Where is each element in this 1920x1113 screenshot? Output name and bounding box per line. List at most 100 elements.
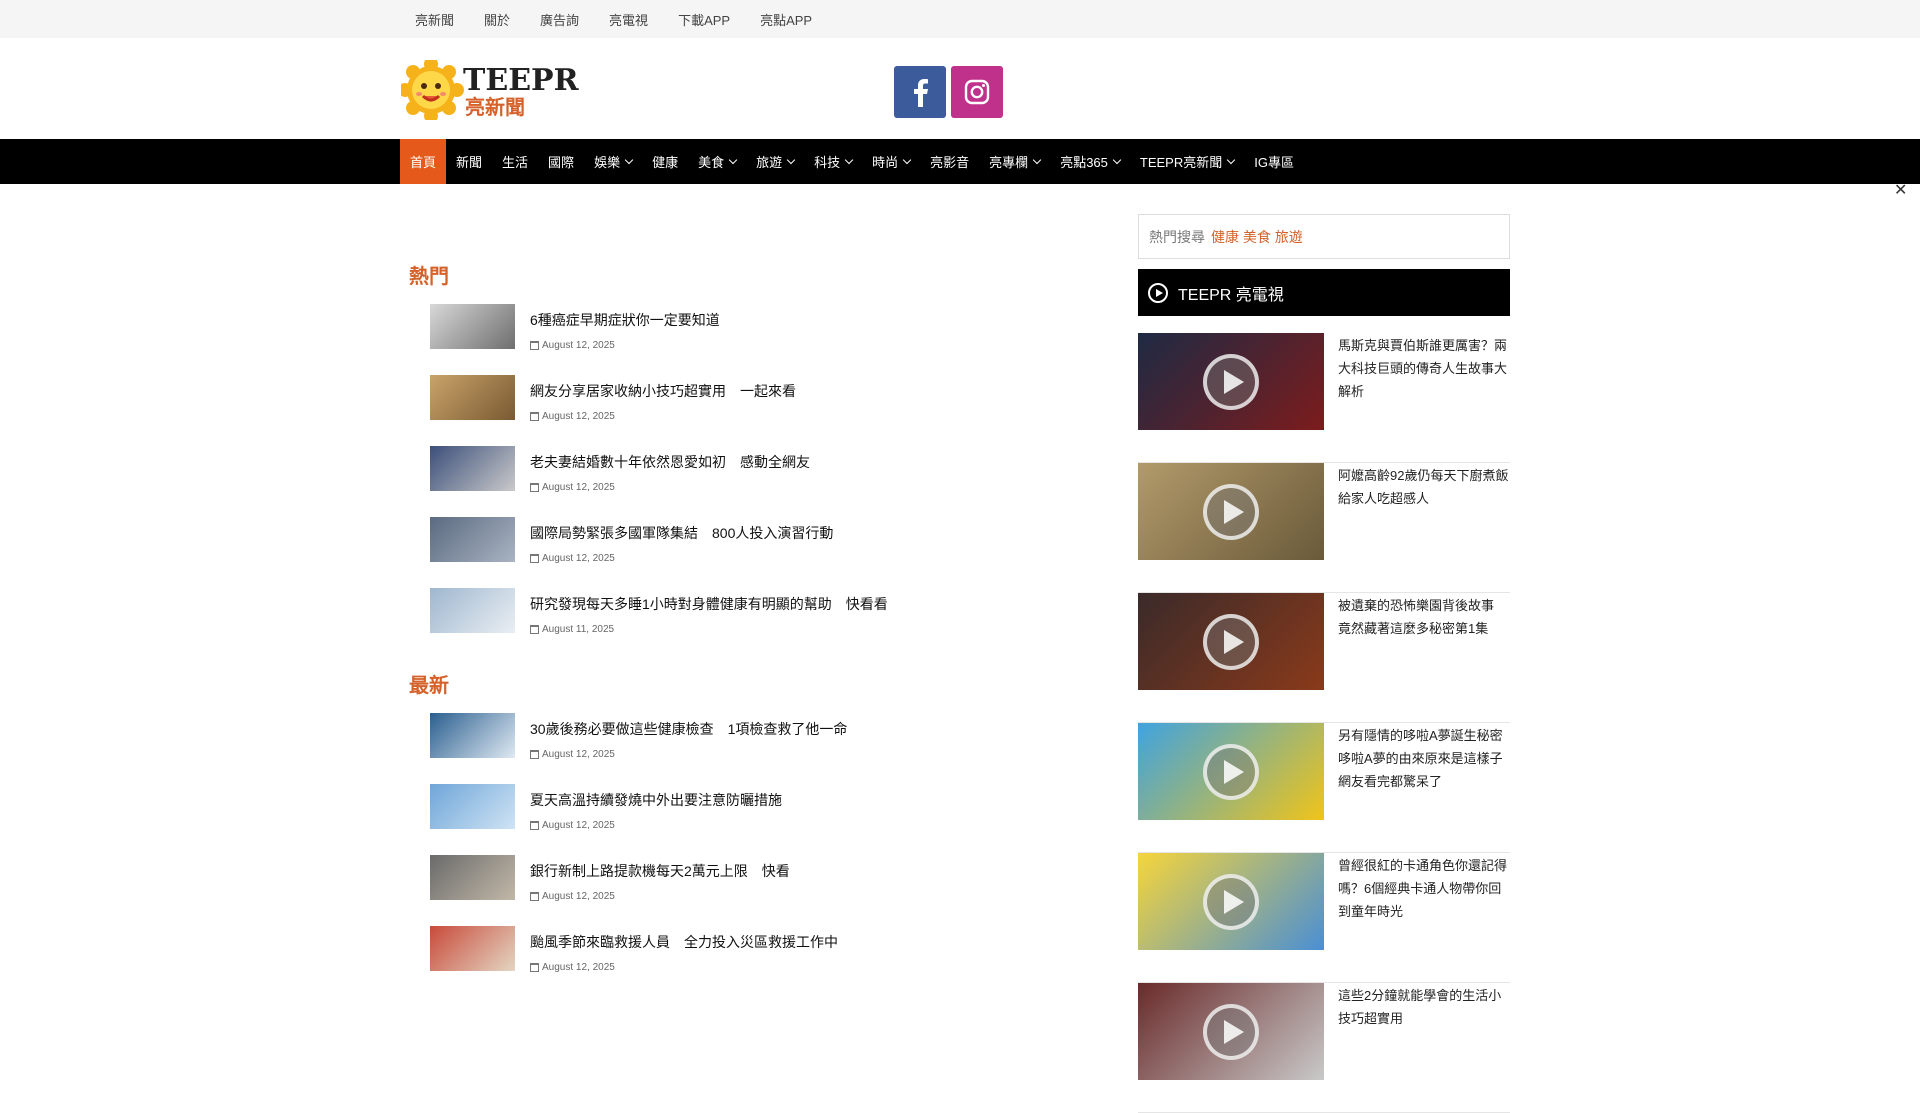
video-thumbnail[interactable] xyxy=(1138,853,1324,950)
article-date: August 12, 2025 xyxy=(530,553,615,564)
article-item[interactable]: 老夫妻結婚數十年依然恩愛如初 感動全網友 August 12, 2025 xyxy=(430,446,1089,517)
nav-item[interactable]: TEEPR亮新聞 xyxy=(1130,139,1244,184)
nav-item[interactable]: 生活 xyxy=(492,139,538,184)
article-thumbnail[interactable] xyxy=(430,517,515,562)
topbar-link[interactable]: 亮新聞 xyxy=(415,10,454,29)
video-thumbnail[interactable] xyxy=(1138,983,1324,1080)
top-utility-bar: 亮新聞 關於 廣告詢 亮電視 下載APP 亮點APP xyxy=(0,0,1920,38)
article-thumbnail[interactable] xyxy=(430,855,515,900)
section-title: 熱門 xyxy=(409,266,449,288)
close-icon[interactable]: ✕ xyxy=(1894,180,1907,200)
article-title[interactable]: 颱風季節來臨救援人員 全力投入災區救援工作中 xyxy=(530,932,838,952)
article-item[interactable]: 網友分享居家收納小技巧超實用 一起來看 August 12, 2025 xyxy=(430,375,1089,446)
video-title[interactable]: 被遺棄的恐怖樂園背後故事 竟然藏著這麼多秘密第1集 xyxy=(1338,594,1510,640)
nav-item-label: 健康 xyxy=(652,155,679,170)
article-title[interactable]: 老夫妻結婚數十年依然恩愛如初 感動全網友 xyxy=(530,452,810,472)
video-section-header[interactable]: TEEPR 亮電視 xyxy=(1138,269,1510,316)
topbar-link[interactable]: 廣告詢 xyxy=(540,10,579,29)
calendar-icon xyxy=(530,341,539,350)
article-item[interactable]: 30歲後務必要做這些健康檢查 1項檢查救了他一命 August 12, 2025 xyxy=(430,713,1089,784)
top-links: 亮新聞 關於 廣告詢 亮電視 下載APP 亮點APP xyxy=(415,0,842,38)
chevron-down-icon xyxy=(786,155,796,164)
nav-item[interactable]: 時尚 xyxy=(862,139,920,184)
article-date: August 12, 2025 xyxy=(530,482,615,493)
site-header: TEEPR 亮新聞 xyxy=(0,38,1920,139)
video-thumbnail[interactable] xyxy=(1138,333,1324,430)
article-date-text: August 12, 2025 xyxy=(542,891,615,902)
nav-item[interactable]: 亮專欄 xyxy=(979,139,1050,184)
video-title[interactable]: 這些2分鐘就能學會的生活小技巧超實用 xyxy=(1338,984,1510,1030)
article-title[interactable]: 網友分享居家收納小技巧超實用 一起來看 xyxy=(530,381,796,401)
article-thumbnail[interactable] xyxy=(430,588,515,633)
video-title[interactable]: 曾經很紅的卡通角色你還記得嗎？6個經典卡通人物帶你回到童年時光 xyxy=(1338,854,1510,923)
topbar-link[interactable]: 亮點APP xyxy=(760,10,812,29)
article-item[interactable]: 颱風季節來臨救援人員 全力投入災區救援工作中 August 12, 2025 xyxy=(430,926,1089,997)
sidebar: 熱門搜尋 健康 美食 旅遊 TEEPR 亮電視 馬斯克與賈伯斯誰更厲害？兩大科技… xyxy=(1138,214,1516,1113)
chevron-down-icon xyxy=(902,155,912,164)
calendar-icon xyxy=(530,892,539,901)
article-thumbnail[interactable] xyxy=(430,375,515,420)
article-item[interactable]: 6種癌症早期症狀你一定要知道 August 12, 2025 xyxy=(430,304,1089,375)
article-date-text: August 12, 2025 xyxy=(542,411,615,422)
nav-item[interactable]: IG專區 xyxy=(1244,139,1304,184)
calendar-icon xyxy=(530,412,539,421)
video-item[interactable]: 另有隱情的哆啦A夢誕生秘密 哆啦A夢的由來原來是這樣子 網友看完都驚呆了 xyxy=(1138,723,1516,853)
chevron-down-icon xyxy=(728,155,738,164)
article-thumbnail[interactable] xyxy=(430,446,515,491)
nav-item-label: 首頁 xyxy=(410,155,437,170)
nav-item[interactable]: 國際 xyxy=(538,139,584,184)
nav-item[interactable]: 亮點365 xyxy=(1050,139,1130,184)
topbar-link[interactable]: 下載APP xyxy=(678,10,730,29)
nav-items: 首頁 新聞 生活 國際 娛樂 健康 美食 旅遊 科技 時尚 亮影音 亮專欄 亮點365 TEEPR亮新聞 I… xyxy=(400,139,1304,184)
play-icon xyxy=(1203,353,1259,410)
article-title[interactable]: 夏天高溫持續發燒中外出要注意防曬措施 xyxy=(530,790,782,810)
article-date-text: August 12, 2025 xyxy=(542,749,615,760)
article-item[interactable]: 夏天高溫持續發燒中外出要注意防曬措施 August 12, 2025 xyxy=(430,784,1089,855)
video-thumbnail[interactable] xyxy=(1138,593,1324,690)
video-item[interactable]: 馬斯克與賈伯斯誰更厲害？兩大科技巨頭的傳奇人生故事大解析 xyxy=(1138,333,1510,463)
nav-item[interactable]: 健康 xyxy=(642,139,688,184)
video-thumbnail[interactable] xyxy=(1138,723,1324,820)
nav-item[interactable]: 娛樂 xyxy=(584,139,642,184)
topbar-link[interactable]: 亮電視 xyxy=(609,10,648,29)
video-title[interactable]: 另有隱情的哆啦A夢誕生秘密 哆啦A夢的由來原來是這樣子 網友看完都驚呆了 xyxy=(1338,724,1516,793)
video-thumbnail[interactable] xyxy=(1138,463,1324,560)
calendar-icon xyxy=(530,554,539,563)
article-thumbnail[interactable] xyxy=(430,926,515,971)
topbar-link[interactable]: 關於 xyxy=(484,10,510,29)
nav-item[interactable]: 首頁 xyxy=(400,139,447,184)
article-thumbnail[interactable] xyxy=(430,713,515,758)
video-item[interactable]: 被遺棄的恐怖樂園背後故事 竟然藏著這麼多秘密第1集 xyxy=(1138,593,1510,723)
site-logo[interactable]: TEEPR 亮新聞 xyxy=(398,57,601,123)
article-thumbnail[interactable] xyxy=(430,304,515,349)
article-title[interactable]: 銀行新制上路提款機每天2萬元上限 快看 xyxy=(530,861,790,881)
video-item[interactable]: 曾經很紅的卡通角色你還記得嗎？6個經典卡通人物帶你回到童年時光 xyxy=(1138,853,1510,983)
video-item[interactable]: 阿嬤高齡92歲仍每天下廚煮飯給家人吃超感人 xyxy=(1138,463,1510,593)
nav-item-label: 旅遊 xyxy=(756,155,783,170)
search-box[interactable]: 熱門搜尋 健康 美食 旅遊 xyxy=(1138,214,1510,259)
article-title[interactable]: 6種癌症早期症狀你一定要知道 xyxy=(530,310,720,330)
article-thumbnail[interactable] xyxy=(430,784,515,829)
nav-item[interactable]: 旅遊 xyxy=(746,139,804,184)
video-list: 馬斯克與賈伯斯誰更厲害？兩大科技巨頭的傳奇人生故事大解析阿嬤高齡92歲仍每天下廚… xyxy=(1138,333,1516,1113)
video-title[interactable]: 馬斯克與賈伯斯誰更厲害？兩大科技巨頭的傳奇人生故事大解析 xyxy=(1338,334,1510,403)
nav-item-label: 娛樂 xyxy=(594,155,621,170)
article-title[interactable]: 30歲後務必要做這些健康檢查 1項檢查救了他一命 xyxy=(530,719,847,739)
play-icon xyxy=(1148,282,1168,303)
article-item[interactable]: 研究發現每天多睡1小時對身體健康有明顯的幫助 快看看 August 11, 202… xyxy=(430,588,1089,659)
play-icon xyxy=(1203,743,1259,800)
article-item[interactable]: 銀行新制上路提款機每天2萬元上限 快看 August 12, 2025 xyxy=(430,855,1089,926)
instagram-icon xyxy=(964,79,990,105)
nav-item[interactable]: 美食 xyxy=(688,139,746,184)
video-title[interactable]: 阿嬤高齡92歲仍每天下廚煮飯給家人吃超感人 xyxy=(1338,464,1510,510)
instagram-button[interactable] xyxy=(951,66,1003,118)
facebook-button[interactable] xyxy=(894,66,946,118)
article-title[interactable]: 研究發現每天多睡1小時對身體健康有明顯的幫助 快看看 xyxy=(530,594,888,614)
nav-item[interactable]: 亮影音 xyxy=(920,139,979,184)
article-item[interactable]: 國際局勢緊張多國軍隊集結 800人投入演習行動 August 12, 2025 xyxy=(430,517,1089,588)
nav-item[interactable]: 新聞 xyxy=(446,139,492,184)
video-item[interactable]: 這些2分鐘就能學會的生活小技巧超實用 xyxy=(1138,983,1510,1113)
article-title[interactable]: 國際局勢緊張多國軍隊集結 800人投入演習行動 xyxy=(530,523,833,543)
nav-item[interactable]: 科技 xyxy=(804,139,862,184)
chevron-down-icon xyxy=(1032,155,1042,164)
